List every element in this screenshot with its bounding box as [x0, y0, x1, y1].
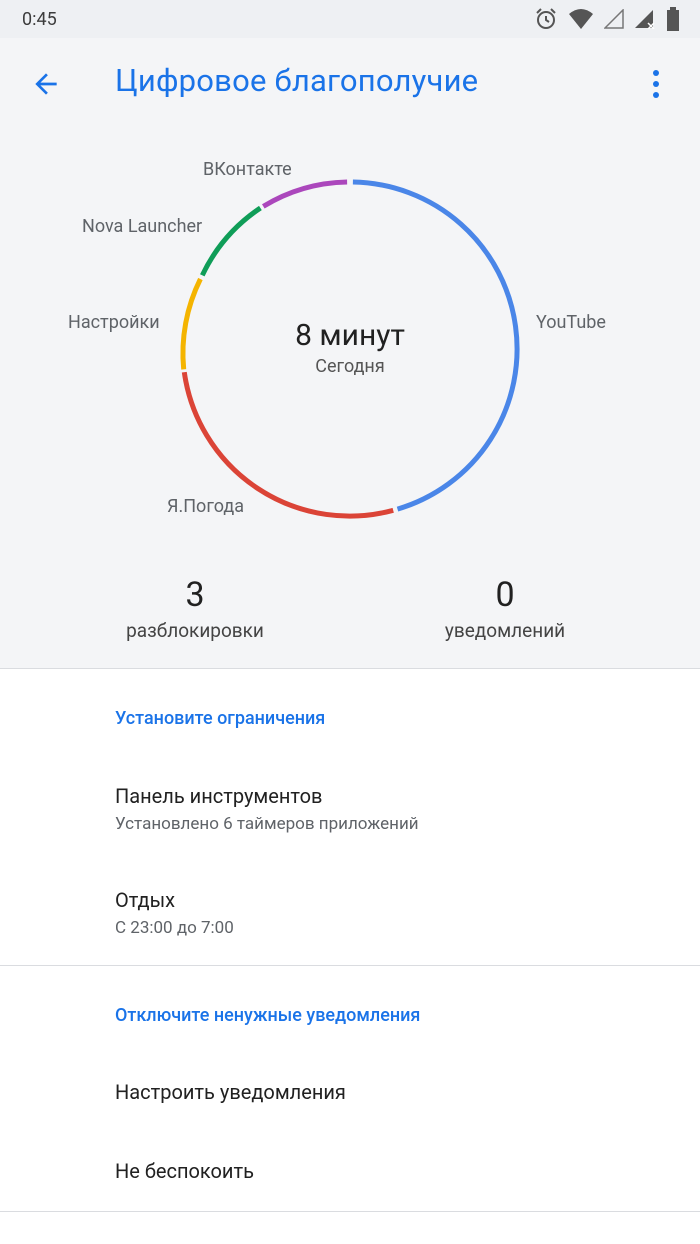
chart-label-vkontakte[interactable]: ВКонтакте	[203, 159, 292, 180]
dashboard-title: Панель инструментов	[115, 784, 323, 808]
divider	[0, 965, 700, 966]
do-not-disturb-title: Не беспокоить	[115, 1159, 254, 1183]
chart-label-settings[interactable]: Настройки	[68, 312, 160, 333]
notifications-label: уведомлений	[444, 619, 566, 642]
wind-down-item[interactable]: Отдых С 23:00 до 7:00	[0, 888, 700, 958]
dashboard-item[interactable]: Панель инструментов Установлено 6 таймер…	[0, 784, 700, 854]
usage-total-label: Сегодня	[315, 356, 385, 377]
section-header-limits: Установите ограничения	[115, 708, 326, 729]
unlocks-stat[interactable]: 3 разблокировки	[100, 575, 290, 642]
segment-nova-launcher[interactable]	[200, 205, 262, 277]
usage-total-value: 8 минут	[295, 318, 405, 353]
chart-label-yandex-weather[interactable]: Я.Погода	[167, 496, 244, 517]
notifications-count: 0	[495, 575, 515, 615]
divider	[0, 1211, 700, 1212]
notifications-stat[interactable]: 0 уведомлений	[420, 575, 590, 642]
segment-vkontakte[interactable]	[261, 179, 348, 209]
chart-label-nova-launcher[interactable]: Nova Launcher	[82, 216, 202, 237]
manage-notifications-title: Настроить уведомления	[115, 1080, 346, 1104]
divider	[0, 668, 700, 669]
unlocks-label: разблокировки	[126, 619, 264, 642]
segment-yandex-weather[interactable]	[181, 371, 394, 519]
manage-notifications-item[interactable]: Настроить уведомления	[0, 1080, 700, 1120]
segment-settings[interactable]	[180, 277, 203, 370]
dashboard-subtitle: Установлено 6 таймеров приложений	[115, 814, 419, 834]
unlocks-count: 3	[185, 575, 205, 615]
wind-down-title: Отдых	[115, 888, 176, 912]
do-not-disturb-item[interactable]: Не беспокоить	[0, 1159, 700, 1199]
section-header-notifications: Отключите ненужные уведомления	[115, 1005, 421, 1026]
chart-label-youtube[interactable]: YouTube	[536, 312, 606, 333]
wind-down-subtitle: С 23:00 до 7:00	[115, 918, 234, 938]
